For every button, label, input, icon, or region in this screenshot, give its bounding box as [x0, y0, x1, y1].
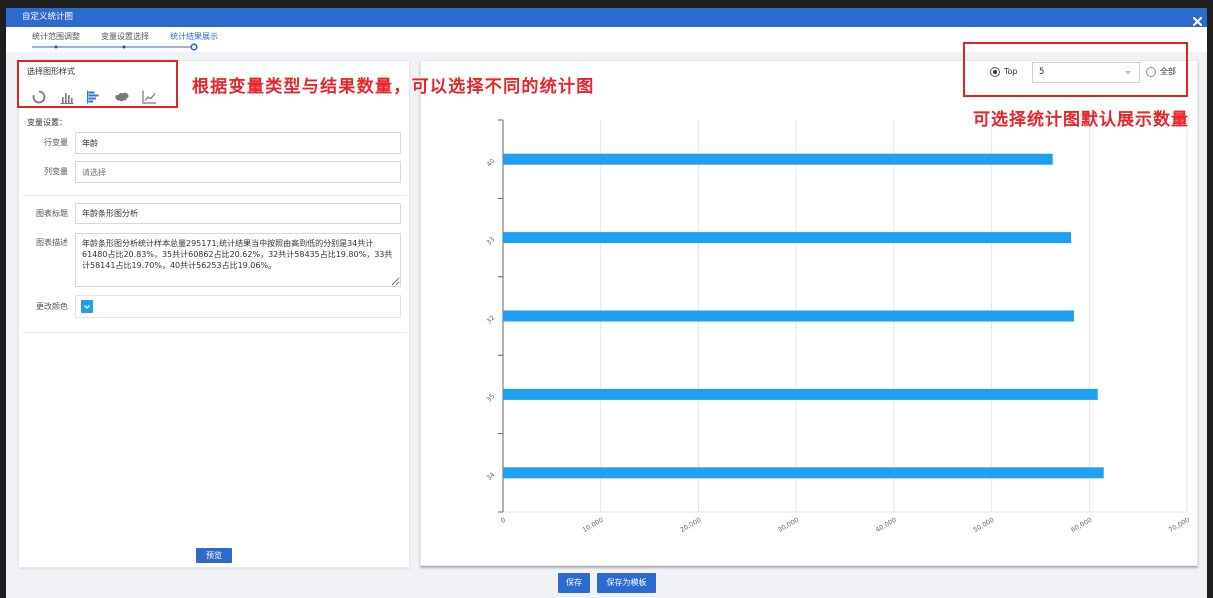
- y-tick-label: 35: [485, 392, 497, 404]
- bar: [503, 310, 1074, 322]
- top-count-select[interactable]: 5: [1032, 62, 1140, 83]
- row-variable-label: 行变量: [44, 138, 68, 147]
- x-tick-label: 10,000: [581, 516, 605, 534]
- chart-preview-panel: 0 10,000 20,000 30,000 40,000 50,000 60,000 70,…: [420, 60, 1198, 566]
- steps-bar: 统计范围调整 变量设置选择 统计结果展示: [6, 27, 1207, 52]
- top-count-value: 5: [1039, 67, 1045, 77]
- bar: [503, 153, 1053, 165]
- section-divider: [23, 195, 406, 196]
- chart-description-label: 图表描述: [36, 238, 68, 247]
- chart-title-input[interactable]: [75, 203, 401, 224]
- x-tick-label: 0: [499, 516, 507, 525]
- bar: [503, 232, 1072, 244]
- settings-panel: 选择图形样式 变量设置： 行变量 列变量 图表标题 图表描: [18, 60, 410, 568]
- y-tick-label: 33: [485, 235, 497, 247]
- x-tick-label: 70,000: [1167, 516, 1191, 534]
- column-variable-input[interactable]: [75, 161, 401, 183]
- step-scope-adjust[interactable]: 统计范围调整: [32, 31, 80, 43]
- x-tick-label: 30,000: [776, 516, 800, 534]
- bar: [503, 467, 1104, 479]
- x-tick-label: 60,000: [1070, 516, 1094, 534]
- column-variable-label: 列变量: [44, 167, 68, 176]
- close-icon[interactable]: [1192, 12, 1203, 26]
- preview-button[interactable]: 预览: [196, 548, 232, 563]
- custom-chart-dialog: 自定义统计图 统计范围调整 变量设置选择 统计结果展示 选择图形样式 变量设置：…: [6, 8, 1207, 598]
- top-radio[interactable]: [990, 67, 1000, 77]
- chart-style-label: 选择图形样式: [27, 67, 75, 76]
- line-chart-icon[interactable]: [141, 89, 157, 105]
- step-result-display[interactable]: 统计结果展示: [170, 31, 218, 43]
- chart-title-label: 图表标题: [36, 209, 68, 218]
- dialog-title: 自定义统计图: [22, 12, 74, 22]
- horizontal-bar-chart-icon[interactable]: [85, 89, 101, 105]
- donut-chart-icon[interactable]: [31, 89, 47, 105]
- chart-type-hint-annotation: 根据变量类型与结果数量，可以选择不同的统计图: [192, 77, 595, 97]
- variable-settings-label: 变量设置：: [27, 118, 67, 127]
- top-radio-label[interactable]: Top: [1004, 66, 1018, 78]
- row-variable-input[interactable]: [75, 132, 401, 154]
- x-tick-label: 20,000: [679, 516, 703, 534]
- color-picker-button[interactable]: [81, 300, 93, 313]
- steps-progress-line: [32, 43, 198, 51]
- dialog-titlebar: 自定义统计图: [6, 8, 1207, 27]
- x-tick-label: 50,000: [972, 516, 996, 534]
- y-tick-label: 40: [485, 157, 497, 169]
- y-tick-label: 34: [485, 471, 497, 483]
- step-variable-select[interactable]: 变量设置选择: [101, 31, 149, 43]
- map-chart-icon[interactable]: [114, 89, 130, 105]
- bar: [503, 388, 1098, 400]
- color-label: 更改颜色: [36, 302, 68, 311]
- save-as-template-button[interactable]: 保存为模板: [597, 573, 656, 593]
- caret-down-icon: [1125, 71, 1131, 75]
- display-count-hint-annotation: 可选择统计图默认展示数量: [973, 110, 1189, 130]
- chevron-down-icon: [84, 305, 90, 309]
- x-tick-label: 40,000: [874, 516, 898, 534]
- chart-description-textarea[interactable]: 年龄条形图分析统计样本总量295171,统计结果当中按照由高到低的分别是34共计…: [75, 233, 401, 287]
- bar-chart-icon[interactable]: [59, 89, 75, 105]
- horizontal-bar-chart: 0 10,000 20,000 30,000 40,000 50,000 60,000 70,…: [485, 119, 1191, 534]
- save-button[interactable]: 保存: [558, 573, 590, 593]
- color-picker-field: [75, 295, 401, 318]
- y-tick-label: 32: [485, 314, 497, 326]
- all-radio[interactable]: [1146, 67, 1156, 77]
- all-radio-label[interactable]: 全部: [1160, 66, 1176, 78]
- section-divider: [23, 332, 406, 333]
